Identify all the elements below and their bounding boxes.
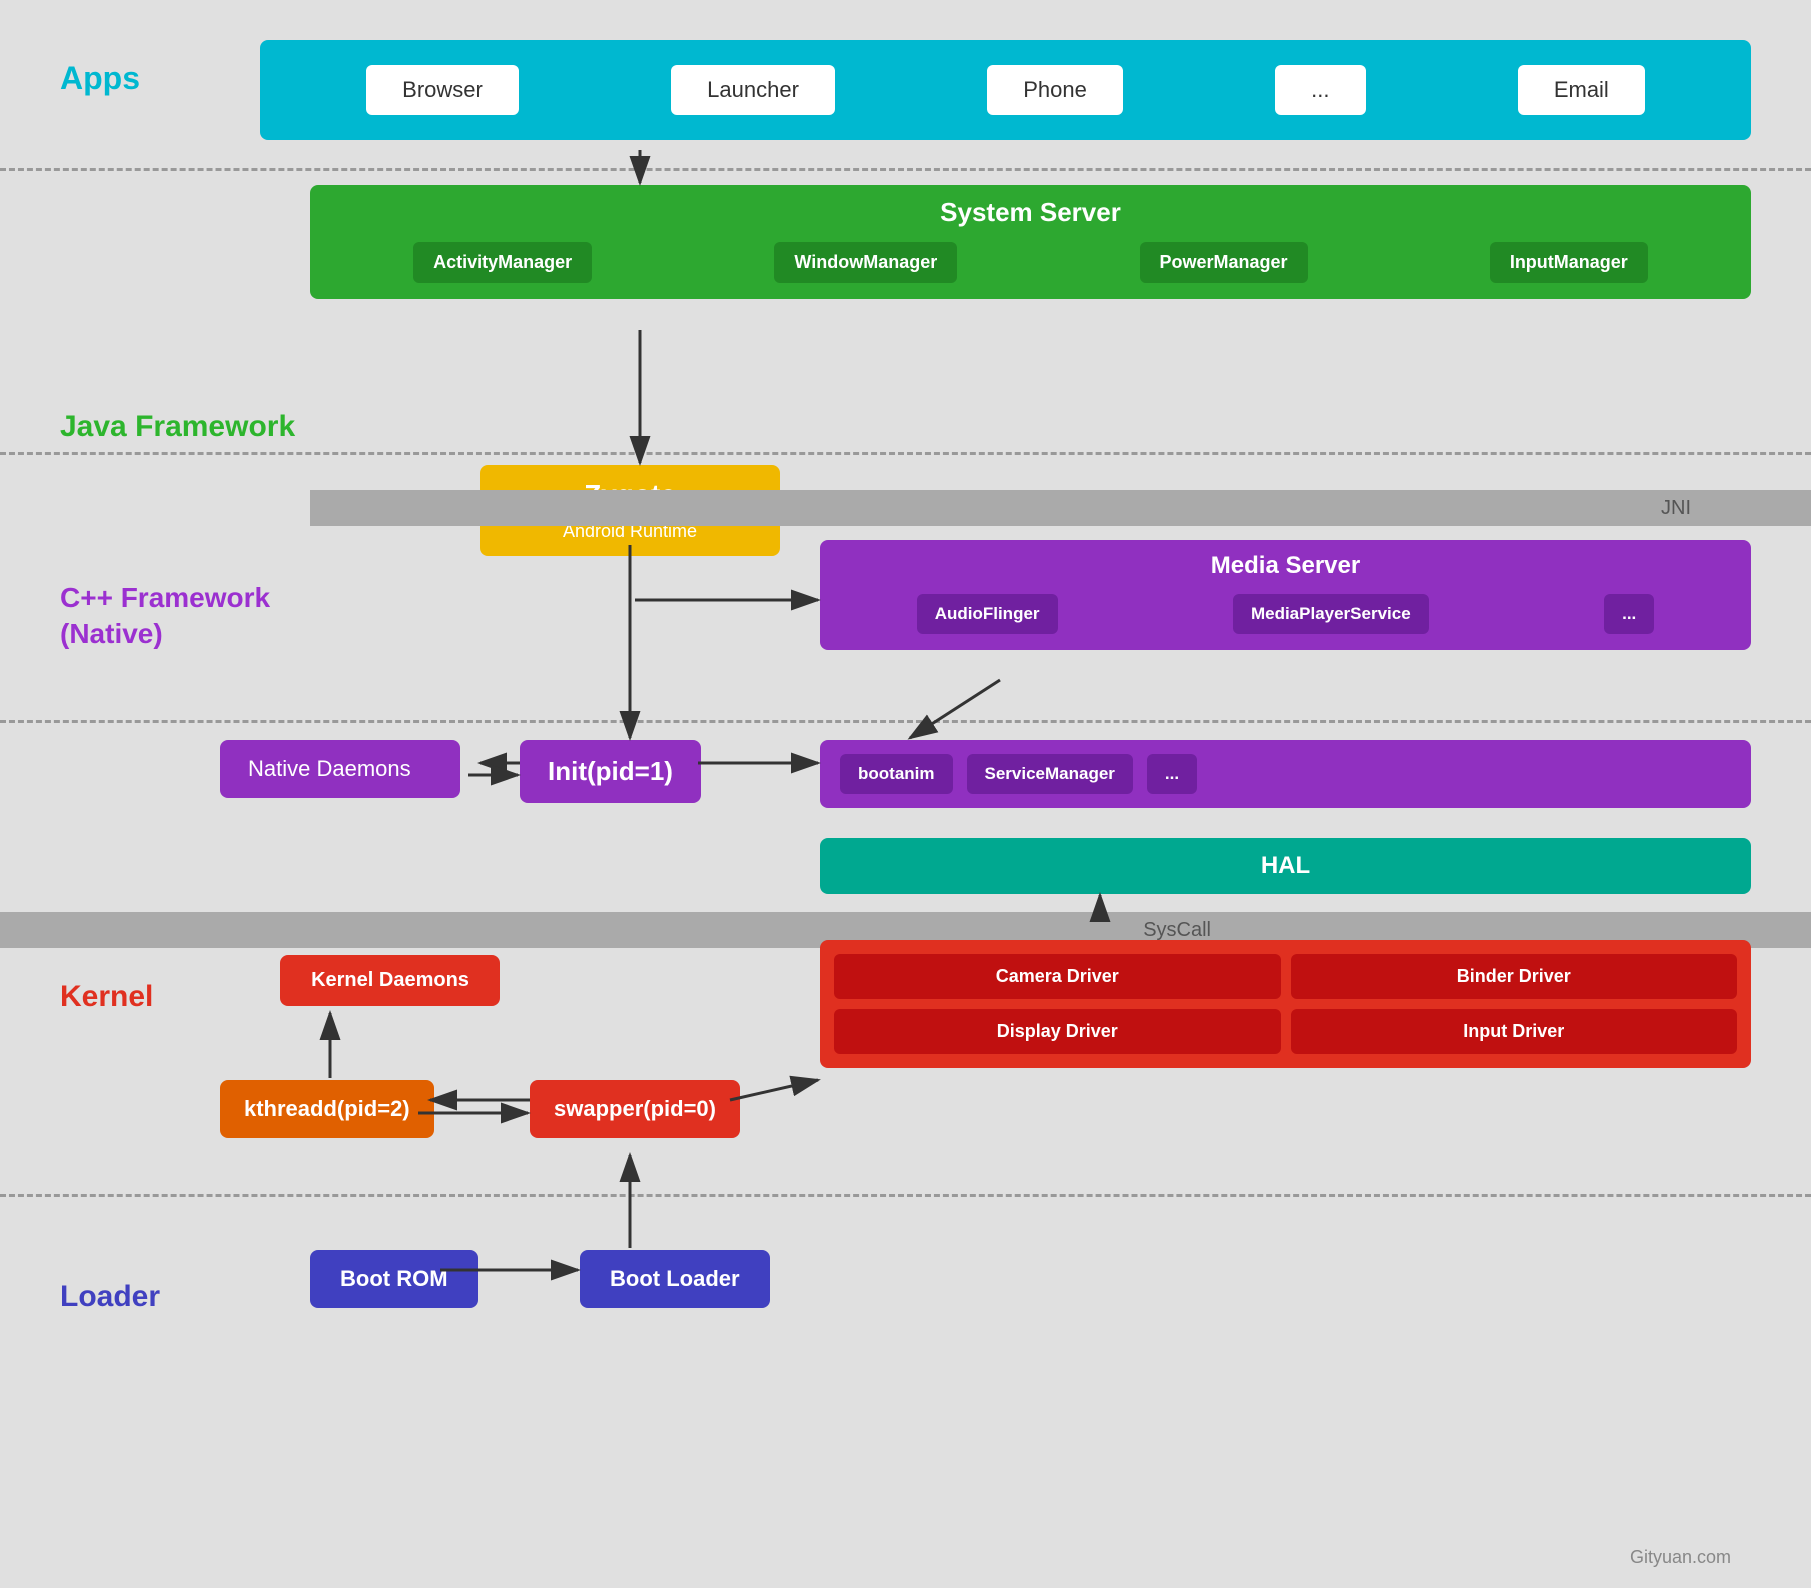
svc-ellipsis: ... [1147,754,1197,794]
arrow-media-down [910,680,1000,738]
driver-display: Display Driver [834,1009,1281,1054]
svc-bootanim: bootanim [840,754,953,794]
app-email: Email [1518,65,1645,115]
diagram: Apps Browser Launcher Phone ... Email Ja… [0,0,1811,1588]
jni-label: JNI [1661,497,1691,520]
drivers-box: Camera Driver Binder Driver Display Driv… [820,940,1751,1068]
hal-box: HAL [820,838,1751,894]
dashed-line-1 [0,168,1811,171]
java-label: Java Framework [60,410,295,444]
driver-input: Input Driver [1291,1009,1738,1054]
ss-input-manager: InputManager [1490,242,1648,283]
jni-band: JNI [310,490,1811,526]
kernel-label: Kernel [60,980,153,1014]
native-daemons-box: Native Daemons [220,740,460,798]
app-phone: Phone [987,65,1123,115]
arrow-swapper-to-drivers [730,1080,818,1100]
dashed-line-2 [0,452,1811,455]
kthreadd-box: kthreadd(pid=2) [220,1080,434,1138]
kernel-daemons-box: Kernel Daemons [280,955,500,1006]
media-server-items: AudioFlinger MediaPlayerService ... [820,586,1751,650]
cpp-label: C++ Framework(Native) [60,580,270,653]
syscall-label: SysCall [1143,919,1211,942]
boot-rom-box: Boot ROM [310,1250,478,1308]
ss-window-manager: WindowManager [774,242,957,283]
svc-service-manager: ServiceManager [967,754,1133,794]
ss-power-manager: PowerManager [1140,242,1308,283]
system-server-items: ActivityManager WindowManager PowerManag… [310,234,1751,299]
ss-activity-manager: ActivityManager [413,242,592,283]
apps-label: Apps [60,60,140,97]
apps-bar: Browser Launcher Phone ... Email [260,40,1751,140]
system-server-title: System Server [310,185,1751,234]
system-server-box: System Server ActivityManager WindowMana… [310,185,1751,299]
loader-label: Loader [60,1280,160,1314]
dashed-line-4 [0,1194,1811,1197]
media-server-box: Media Server AudioFlinger MediaPlayerSer… [820,540,1751,650]
driver-binder: Binder Driver [1291,954,1738,999]
app-browser: Browser [366,65,519,115]
ms-mediaplayer: MediaPlayerService [1233,594,1429,634]
driver-camera: Camera Driver [834,954,1281,999]
ms-ellipsis: ... [1604,594,1654,634]
init-box: Init(pid=1) [520,740,701,803]
apps-layer: Apps Browser Launcher Phone ... Email [0,20,1811,150]
init-services-box: bootanim ServiceManager ... [820,740,1751,808]
boot-loader-box: Boot Loader [580,1250,770,1308]
swapper-box: swapper(pid=0) [530,1080,740,1138]
ms-audio-flinger: AudioFlinger [917,594,1058,634]
dashed-line-3 [0,720,1811,723]
watermark: Gityuan.com [1630,1547,1731,1568]
app-ellipsis: ... [1275,65,1365,115]
app-launcher: Launcher [671,65,835,115]
media-server-title: Media Server [820,540,1751,586]
